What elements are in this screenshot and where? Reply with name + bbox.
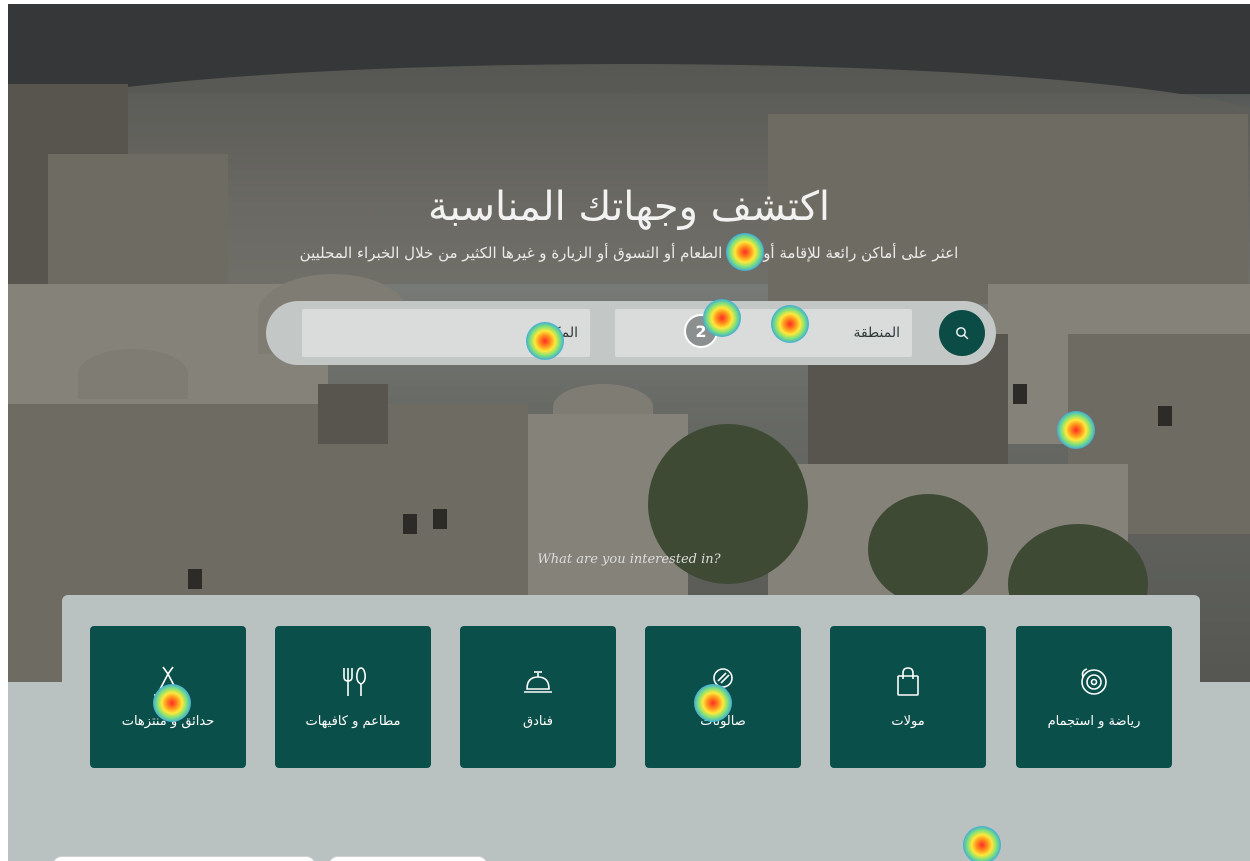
fork-knife-icon	[343, 667, 366, 696]
category-label: رياضة و استجمام	[1047, 714, 1141, 729]
region-input[interactable]: المنطقة	[615, 309, 912, 357]
category-label: فنادق	[523, 714, 553, 729]
region-input-placeholder: المنطقة	[853, 325, 900, 341]
service-bell-icon	[524, 671, 552, 693]
category-card-restaurants[interactable]: مطاعم و كافيهات	[275, 626, 431, 768]
search-icon	[956, 327, 969, 340]
category-label: مولات	[891, 714, 925, 729]
place-input-placeholder: المكان	[539, 325, 578, 341]
page-title: اكتشف وجهاتك المناسبة	[428, 184, 830, 230]
category-label: مطاعم و كافيهات	[305, 714, 401, 729]
search-button[interactable]	[939, 310, 985, 356]
search-bar: المكان المنطقة	[266, 301, 996, 365]
category-card-sports[interactable]: رياضة و استجمام	[1016, 626, 1172, 768]
category-label: حدائق و منتزهات	[121, 714, 215, 729]
bottom-tab[interactable]	[328, 856, 488, 861]
category-label: صالونات	[700, 714, 746, 729]
bottom-tab[interactable]	[52, 856, 316, 861]
category-card-salons[interactable]: صالونات	[645, 626, 801, 768]
disc-brake-icon	[1081, 668, 1107, 695]
shopping-bag-icon	[897, 667, 919, 696]
page-frame: اكتشف وجهاتك المناسبة اعثر على أماكن رائ…	[8, 4, 1250, 861]
category-card-hotels[interactable]: فنادق	[460, 626, 616, 768]
step-badge: 2	[684, 314, 718, 348]
click-heatmap-dot	[963, 826, 1001, 861]
hair-dryer-icon	[713, 668, 733, 697]
category-cards: حدائق و منتزهات مطاعم و كافيهات فنادق صا…	[90, 626, 1172, 768]
tent-icon	[154, 666, 182, 696]
category-card-parks[interactable]: حدائق و منتزهات	[90, 626, 246, 768]
interest-prompt: What are you interested in?	[537, 552, 721, 567]
place-input[interactable]: المكان	[302, 309, 590, 357]
page-subtitle: اعثر على أماكن رائعة للإقامة أو تناول ال…	[299, 244, 959, 262]
category-card-malls[interactable]: مولات	[830, 626, 986, 768]
